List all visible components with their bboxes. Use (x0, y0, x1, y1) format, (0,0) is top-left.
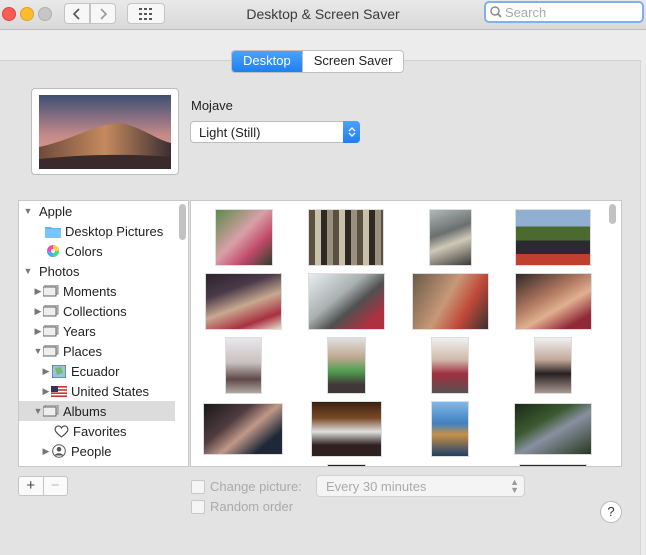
sidebar-item-label: Albums (63, 403, 107, 419)
photo-stack-icon (43, 284, 59, 298)
sidebar-item-label: Photos (39, 263, 80, 279)
sidebar-item-desktop-pictures[interactable]: Desktop Pictures (19, 221, 175, 241)
photo-thumbnail[interactable] (519, 464, 587, 466)
mojave-thumbnail (39, 95, 171, 169)
us-flag-icon (51, 384, 67, 398)
person-icon (51, 444, 67, 458)
photo-thumbnail[interactable] (215, 209, 273, 266)
random-order-label: Random order (210, 499, 294, 514)
sidebar-item-albums[interactable]: ▼ Albums (19, 401, 175, 421)
sidebar-item-label: Places (63, 343, 103, 359)
photo-stack-icon (43, 404, 59, 418)
disclosure-open-icon[interactable]: ▼ (33, 346, 43, 356)
wallpaper-mode-value: Light (Still) (199, 124, 261, 140)
sidebar-item-moments[interactable]: ▶ Moments (19, 281, 175, 301)
folder-icon (45, 224, 61, 238)
photo-grid[interactable] (190, 200, 622, 467)
sidebar-item-photos[interactable]: ▼ Photos (19, 261, 175, 281)
search-field[interactable]: Search (484, 1, 644, 23)
wallpaper-name: Mojave (191, 98, 233, 113)
photo-thumbnail[interactable] (203, 403, 283, 455)
disclosure-closed-icon[interactable]: ▶ (41, 366, 51, 377)
sidebar-item-collections[interactable]: ▶ Collections (19, 301, 175, 321)
search-icon (490, 6, 502, 18)
photo-thumbnail[interactable] (515, 273, 592, 330)
heart-icon (53, 424, 69, 438)
help-button[interactable]: ? (600, 501, 622, 523)
photo-stack-icon (43, 344, 59, 358)
sidebar-item-favorites[interactable]: Favorites (19, 421, 175, 441)
photo-thumbnail[interactable] (515, 209, 591, 266)
sidebar-item-people[interactable]: ▶ People (19, 441, 175, 461)
change-picture-checkbox[interactable]: Change picture: (191, 479, 302, 494)
title-bar: Desktop & Screen Saver Search (0, 0, 646, 30)
photo-thumbnail[interactable] (429, 209, 472, 266)
search-placeholder: Search (505, 4, 547, 20)
sidebar-item-apple[interactable]: ▼ Apple (19, 201, 175, 221)
photo-thumbnail[interactable] (308, 273, 385, 330)
add-remove-folder-control: + − (18, 476, 68, 496)
random-order-checkbox[interactable]: Random order (191, 499, 293, 514)
disclosure-closed-icon[interactable]: ▶ (33, 306, 43, 317)
disclosure-open-icon[interactable]: ▼ (23, 266, 33, 276)
photo-thumbnail[interactable] (327, 337, 366, 394)
disclosure-closed-icon[interactable]: ▶ (33, 326, 43, 337)
photo-thumbnail[interactable] (205, 273, 282, 330)
sidebar-item-colors[interactable]: Colors (19, 241, 175, 261)
sidebar-item-label: People (71, 443, 112, 459)
photo-stack-icon (43, 304, 59, 318)
change-interval-value: Every 30 minutes (326, 478, 427, 494)
disclosure-closed-icon[interactable]: ▶ (41, 386, 51, 397)
disclosure-open-icon[interactable]: ▼ (33, 406, 43, 416)
grid-scrollbar[interactable] (609, 204, 616, 224)
sidebar-item-label: Apple (39, 203, 73, 219)
tab-screen-saver[interactable]: Screen Saver (301, 51, 404, 72)
select-arrows-icon: ▲ ▼ (510, 477, 519, 495)
wallpaper-mode-select[interactable]: Light (Still) (190, 121, 360, 143)
sidebar-item-label: Years (63, 323, 96, 339)
disclosure-closed-icon[interactable]: ▶ (33, 286, 43, 297)
wallpaper-preview (31, 88, 179, 175)
source-list[interactable]: ▼ Apple Desktop Pictures Colors ▼ Photos… (18, 200, 189, 467)
photo-stack-icon (43, 324, 59, 338)
photo-thumbnail[interactable] (327, 464, 366, 466)
photo-thumbnail[interactable] (412, 273, 489, 330)
sidebar-item-label: Ecuador (71, 363, 120, 379)
checkbox-box[interactable] (191, 479, 205, 494)
tab-bar: Desktop Screen Saver (231, 50, 405, 73)
sidebar-item-label: Desktop Pictures (65, 223, 164, 239)
photo-thumbnail[interactable] (514, 403, 592, 455)
tab-desktop[interactable]: Desktop (232, 51, 302, 72)
sidebar-item-ecuador[interactable]: ▶ Ecuador (19, 361, 175, 381)
sidebar-item-label: United States (71, 383, 150, 399)
change-picture-label: Change picture: (210, 479, 302, 494)
sidebar-item-label: Collections (63, 303, 127, 319)
sidebar-item-years[interactable]: ▶ Years (19, 321, 175, 341)
remove-folder-button[interactable]: − (42, 477, 68, 495)
map-icon (51, 364, 67, 378)
sidebar-item-label: Colors (65, 243, 103, 259)
photo-thumbnail[interactable] (431, 337, 469, 394)
select-arrows-icon (343, 121, 360, 143)
sidebar-item-label: Favorites (73, 423, 127, 439)
photo-thumbnail[interactable] (431, 401, 469, 457)
sidebar-scrollbar[interactable] (179, 204, 186, 240)
color-wheel-icon (45, 244, 61, 258)
photo-thumbnail[interactable] (308, 209, 384, 266)
sidebar-item-united-states[interactable]: ▶ United States (19, 381, 175, 401)
photo-thumbnail[interactable] (311, 401, 382, 457)
add-folder-button[interactable]: + (19, 477, 43, 495)
disclosure-closed-icon[interactable]: ▶ (41, 446, 51, 457)
change-interval-select[interactable]: Every 30 minutes ▲ ▼ (316, 475, 525, 497)
sidebar-item-places[interactable]: ▼ Places (19, 341, 175, 361)
disclosure-open-icon[interactable]: ▼ (23, 206, 33, 216)
checkbox-box[interactable] (191, 499, 205, 514)
photo-thumbnail[interactable] (534, 337, 572, 394)
photo-thumbnail[interactable] (225, 337, 262, 394)
sidebar-item-label: Moments (63, 283, 117, 299)
